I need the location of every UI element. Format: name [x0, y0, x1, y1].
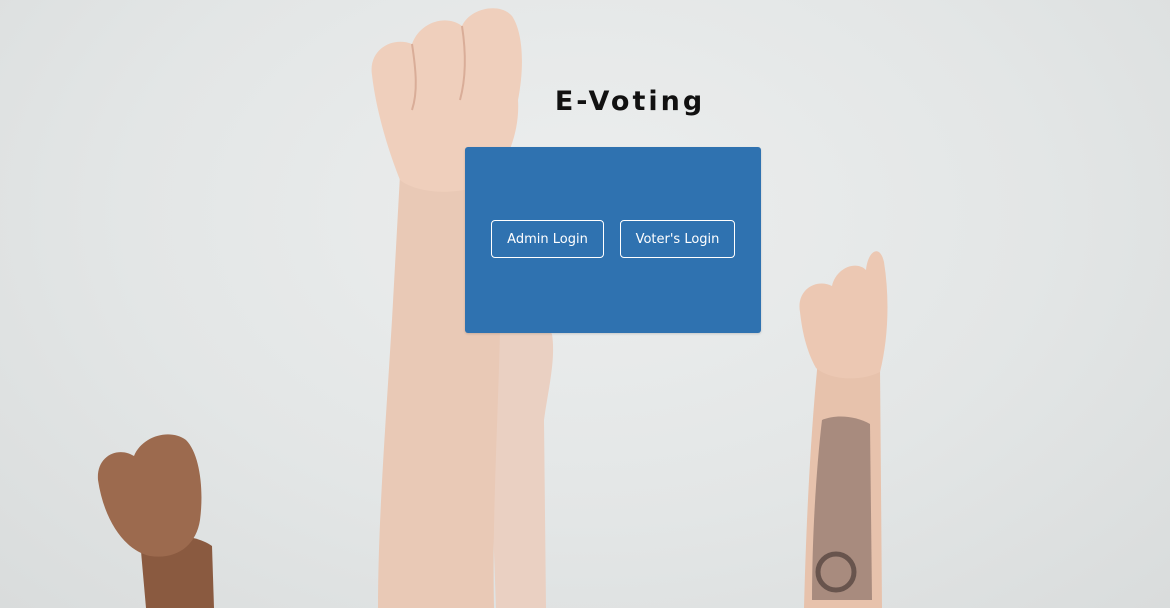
landing-page: E-Voting Admin Login Voter's Login [0, 0, 1170, 608]
background-fist-right [799, 251, 888, 379]
voter-login-button[interactable]: Voter's Login [620, 220, 735, 258]
page-title: E-Voting [554, 86, 706, 117]
background-tattoo [812, 416, 872, 600]
background-fist-left [97, 434, 202, 557]
admin-login-button[interactable]: Admin Login [491, 220, 604, 258]
login-card: Admin Login Voter's Login [465, 147, 761, 333]
